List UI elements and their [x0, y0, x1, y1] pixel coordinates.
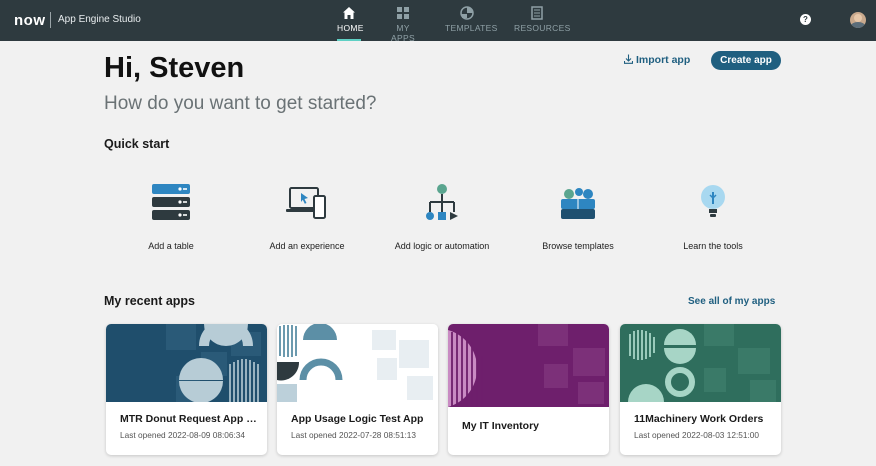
- avatar[interactable]: [850, 12, 866, 28]
- quick-start-add-table[interactable]: Add a table: [101, 182, 241, 251]
- quick-start-label: Learn the tools: [683, 241, 743, 251]
- app-card[interactable]: App Usage Logic Test App Last opened 202…: [277, 324, 438, 455]
- app-card-last-opened: Last opened 2022-07-28 08:51:13: [291, 430, 417, 440]
- app-banner-image: [277, 324, 438, 402]
- logo-divider: [50, 12, 51, 28]
- import-app-label: Import app: [636, 54, 691, 66]
- database-icon: [152, 184, 190, 220]
- nav-tab-templates[interactable]: TEMPLATES: [445, 6, 497, 41]
- app-card-title: 11Machinery Work Orders: [634, 413, 764, 425]
- create-app-button[interactable]: Create app: [711, 51, 781, 70]
- app-banner-image: [620, 324, 781, 402]
- quick-start-learn-tools[interactable]: Learn the tools: [643, 182, 783, 251]
- app-banner-image: [448, 324, 609, 407]
- quick-start-label: Add an experience: [269, 241, 345, 251]
- quick-start-heading: Quick start: [104, 137, 170, 151]
- grid-icon: [397, 7, 409, 19]
- app-card-last-opened: Last opened 2022-08-03 12:51:00: [634, 430, 760, 440]
- servicenow-logo[interactable]: now: [14, 12, 46, 29]
- top-navigation-bar: now App Engine Studio HOME MY APPS TEMPL…: [0, 0, 876, 43]
- devices-icon: [286, 187, 326, 219]
- app-banner-image: [106, 324, 267, 402]
- app-card-title: MTR Donut Request App T...: [120, 413, 260, 425]
- app-card[interactable]: MTR Donut Request App T... Last opened 2…: [106, 324, 267, 455]
- quick-start-label: Add logic or automation: [394, 241, 490, 251]
- flow-icon: [426, 184, 458, 220]
- import-app-button[interactable]: Import app: [624, 54, 690, 66]
- app-title: App Engine Studio: [58, 14, 141, 25]
- book-icon: [530, 6, 543, 20]
- nav-tab-label: TEMPLATES: [445, 23, 498, 33]
- nav-tab-home[interactable]: HOME: [337, 6, 364, 41]
- quick-start-add-logic[interactable]: Add logic or automation: [372, 182, 512, 251]
- app-card-last-opened: Last opened 2022-08-09 08:06:34: [120, 430, 246, 440]
- templates-people-icon: [561, 188, 595, 219]
- quick-start-browse-templates[interactable]: Browse templates: [508, 182, 648, 251]
- nav-tab-label: MY APPS: [391, 23, 415, 43]
- nav-tab-label: RESOURCES: [514, 23, 571, 33]
- app-card-title: App Usage Logic Test App: [291, 413, 424, 425]
- app-card[interactable]: My IT Inventory: [448, 324, 609, 455]
- quick-start-label: Browse templates: [542, 241, 614, 251]
- nav-tab-my-apps[interactable]: MY APPS: [387, 6, 419, 43]
- download-icon: [624, 54, 633, 64]
- home-icon: [343, 7, 355, 19]
- app-card-title: My IT Inventory: [462, 420, 540, 432]
- app-card[interactable]: 11Machinery Work Orders Last opened 2022…: [620, 324, 781, 455]
- quick-start-label: Add a table: [148, 241, 194, 251]
- see-all-apps-link[interactable]: See all of my apps: [688, 296, 775, 307]
- help-icon[interactable]: ?: [800, 14, 811, 25]
- nav-tab-resources[interactable]: RESOURCES: [514, 6, 570, 41]
- lightbulb-icon: [701, 185, 725, 217]
- templates-icon: [460, 6, 474, 20]
- page-subtitle: How do you want to get started?: [104, 93, 377, 114]
- quick-start-add-experience[interactable]: Add an experience: [237, 182, 377, 251]
- recent-apps-heading: My recent apps: [104, 294, 196, 308]
- nav-tab-label: HOME: [337, 23, 364, 33]
- greeting-heading: Hi, Steven: [104, 52, 245, 84]
